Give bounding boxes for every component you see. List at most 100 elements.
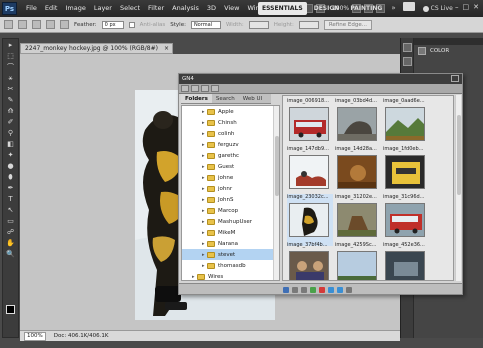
tool-9-icon[interactable]: ⚲	[4, 128, 17, 138]
antialias-checkbox[interactable]	[128, 21, 135, 28]
folder-item[interactable]: ▸ garethc	[182, 150, 279, 161]
tool-18-icon[interactable]: ☍	[4, 227, 17, 237]
thumbnail-item[interactable]: image_1fd0eb...	[383, 146, 429, 198]
folder-item[interactable]: ▸ MikeM	[182, 227, 279, 238]
tool-20-icon[interactable]: 🔍	[4, 249, 17, 259]
feather-input[interactable]: 0 px	[101, 20, 124, 29]
thumbnail-scroll-thumb[interactable]	[457, 115, 461, 195]
tool-2-icon[interactable]: ⬚	[4, 51, 17, 61]
forward-icon[interactable]	[191, 85, 199, 92]
folder-item[interactable]: ▸ johne	[182, 172, 279, 183]
menu-select[interactable]: Select	[116, 0, 144, 17]
thumbnail-item[interactable]: image_31c96d...	[383, 194, 429, 246]
foreground-color-swatch[interactable]	[6, 305, 15, 314]
subtract-selection-icon[interactable]	[46, 20, 55, 29]
minimize-icon[interactable]: –	[455, 3, 459, 12]
folder-item[interactable]: ▸ Marcop	[182, 205, 279, 216]
thumbnail-item[interactable]: image_31202e...	[335, 194, 381, 246]
filter-icon[interactable]	[328, 286, 334, 293]
reject-icon[interactable]	[319, 286, 325, 293]
thumbnail-item[interactable]: image_37bf4b...	[287, 242, 333, 280]
thumbnail-item[interactable]: image_23032c...	[287, 194, 333, 246]
tool-5-icon[interactable]: ✂	[4, 84, 17, 94]
folder-item[interactable]: ▸ Guest	[182, 161, 279, 172]
folder-item[interactable]: ▸ JohnS	[182, 194, 279, 205]
history-panel-icon[interactable]	[402, 43, 412, 52]
add-to-selection-icon[interactable]	[32, 20, 41, 29]
menu-view[interactable]: View	[220, 0, 243, 17]
folder-item[interactable]: ▸ Wires	[182, 271, 279, 280]
folder-tree-scroll-thumb[interactable]	[274, 136, 279, 196]
thumbnail-item[interactable]: image_147db9...	[287, 146, 333, 198]
marquee-preset-icon[interactable]	[4, 20, 13, 29]
thumbnail-scrollbar[interactable]	[455, 95, 461, 281]
folder-item[interactable]: ▸ stevet	[182, 249, 279, 260]
approve-icon[interactable]	[310, 286, 316, 293]
folder-tree-scrollbar[interactable]	[273, 106, 279, 280]
tool-10-icon[interactable]: ◧	[4, 139, 17, 149]
status-zoom-field[interactable]: 100%	[24, 331, 46, 341]
tool-8-icon[interactable]: ✐	[4, 117, 17, 127]
more-workspaces-icon[interactable]: »	[389, 2, 397, 15]
info-icon[interactable]	[301, 286, 307, 293]
tab-search[interactable]: Search	[212, 94, 239, 103]
folder-item[interactable]: ▸ Apple	[182, 106, 279, 117]
folder-item[interactable]: ▸ ferguzv	[182, 139, 279, 150]
thumbnail-item[interactable]: image_006918...	[287, 98, 333, 150]
document-tab[interactable]: 2247_monkey hockey.jpg @ 100% (RGB/8#) ×	[20, 43, 173, 54]
new-selection-icon[interactable]	[18, 20, 27, 29]
tool-4-icon[interactable]: ⚹	[4, 73, 17, 83]
view-mode-icon[interactable]	[346, 286, 352, 293]
menu-file[interactable]: File	[22, 0, 41, 17]
style-select[interactable]: Normal	[190, 20, 221, 29]
thumbnail-item[interactable]: image_0aad6e...	[383, 98, 429, 150]
folder-item[interactable]: ▸ Chinsh	[182, 117, 279, 128]
document-size-info[interactable]: Doc: 406.1K/406.1K	[54, 333, 109, 339]
menu-layer[interactable]: Layer	[90, 0, 116, 17]
thumbnail-item[interactable]: image_4259Sc...	[335, 242, 381, 280]
tab-folders[interactable]: Folders	[181, 94, 212, 103]
open-icon[interactable]	[283, 286, 289, 293]
folder-item[interactable]: ▸ Narana	[182, 238, 279, 249]
gn4-titlebar[interactable]: GN4	[179, 74, 462, 84]
search-field[interactable]	[402, 2, 415, 11]
maximize-icon[interactable]: □	[463, 3, 470, 12]
tool-16-icon[interactable]: ↖	[4, 205, 17, 215]
folder-item[interactable]: ▸ johnr	[182, 183, 279, 194]
tool-6-icon[interactable]: ✎	[4, 95, 17, 105]
back-icon[interactable]	[181, 85, 189, 92]
tab-web-ui[interactable]: Web UI	[239, 94, 266, 103]
refine-edge-button[interactable]: Refine Edge...	[323, 19, 372, 30]
color-panel-row[interactable]: COLOR	[414, 45, 483, 56]
tool-17-icon[interactable]: ▭	[4, 216, 17, 226]
intersect-selection-icon[interactable]	[60, 20, 69, 29]
menu-3d[interactable]: 3D	[203, 0, 220, 17]
cs-live-button[interactable]: CS Live	[422, 2, 453, 15]
menu-filter[interactable]: Filter	[144, 0, 168, 17]
folder-item[interactable]: ▸ thomasdb	[182, 260, 279, 271]
tool-1-icon[interactable]: ▸	[4, 40, 17, 50]
menu-image[interactable]: Image	[61, 0, 89, 17]
panel-header-strip[interactable]	[414, 38, 483, 45]
actions-panel-icon[interactable]	[402, 57, 412, 66]
workspace-essentials-button[interactable]: ESSENTIALS	[258, 2, 307, 15]
workspace-design-button[interactable]: DESIGN	[310, 2, 344, 15]
view-options-icon[interactable]	[211, 85, 219, 92]
workspace-painting-button[interactable]: PAINTING	[346, 2, 386, 15]
tool-3-icon[interactable]: ⌒	[4, 62, 17, 72]
tool-14-icon[interactable]: ✒	[4, 183, 17, 193]
folder-item[interactable]: ▸ MashupUser	[182, 216, 279, 227]
width-input[interactable]	[248, 20, 269, 29]
thumbnail-item[interactable]: image_452e36...	[383, 242, 429, 280]
height-input[interactable]	[298, 20, 319, 29]
tool-11-icon[interactable]: ✦	[4, 150, 17, 160]
gn4-close-icon[interactable]	[451, 75, 459, 82]
folder-item[interactable]: ▸ colinh	[182, 128, 279, 139]
tool-12-icon[interactable]: ●	[4, 161, 17, 171]
refresh-icon[interactable]	[201, 85, 209, 92]
thumbnail-item[interactable]: image_14d28a...	[335, 146, 381, 198]
menu-edit[interactable]: Edit	[41, 0, 62, 17]
thumbnail-item[interactable]: image_03bd4d...	[335, 98, 381, 150]
menu-analysis[interactable]: Analysis	[168, 0, 203, 17]
close-document-icon[interactable]: ×	[164, 44, 169, 53]
